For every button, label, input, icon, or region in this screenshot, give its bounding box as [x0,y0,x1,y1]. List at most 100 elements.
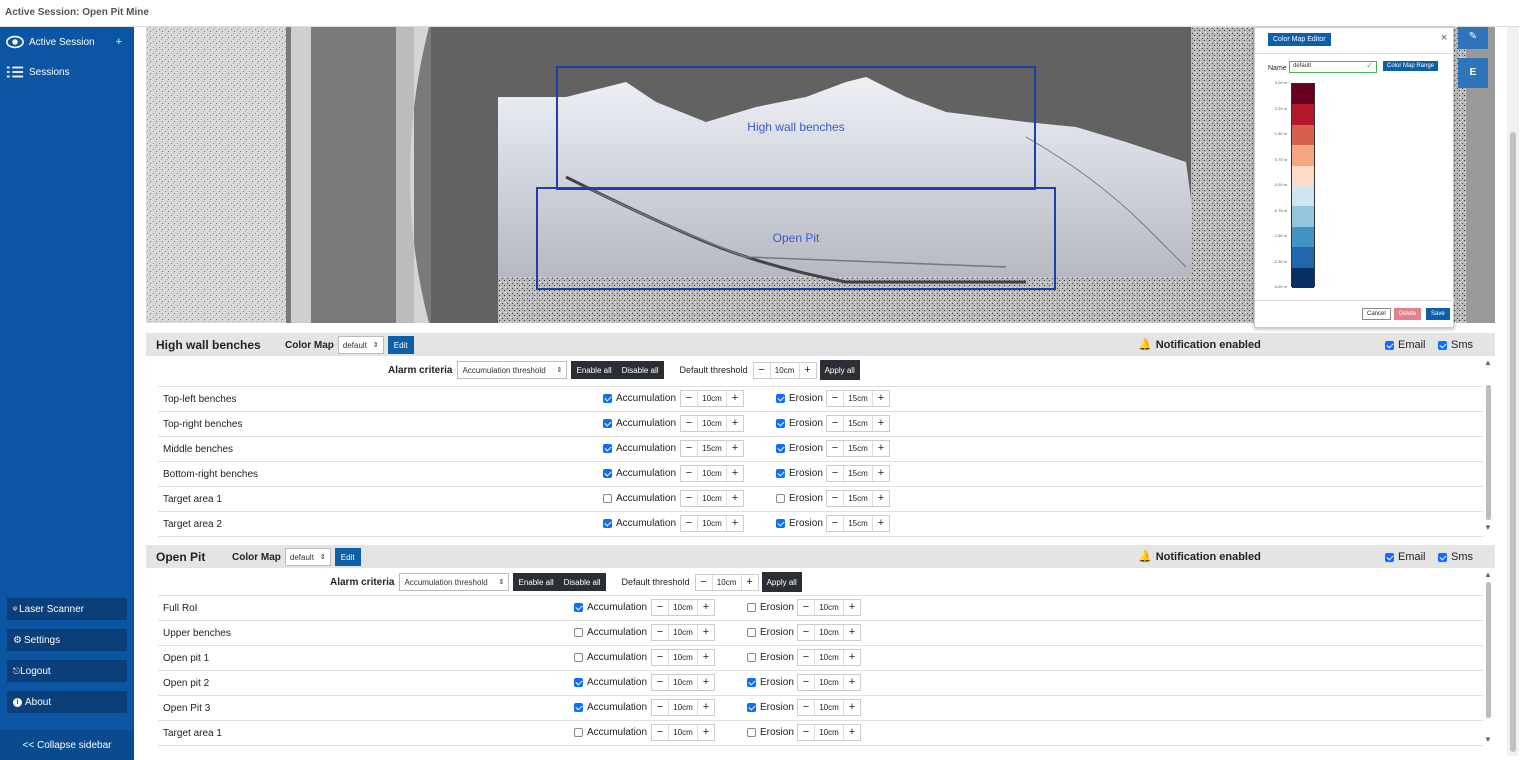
accumulation-toggle[interactable]: Accumulation [603,468,676,479]
erosion-checkbox[interactable] [747,628,756,637]
accumulation-checkbox[interactable] [603,394,612,403]
increment-button[interactable]: + [698,650,714,665]
accumulation-stepper[interactable]: −10cm + [680,390,744,407]
decrement-button[interactable]: − [827,416,843,431]
accumulation-stepper[interactable]: −10cm + [680,490,744,507]
decrement-button[interactable]: − [798,600,814,615]
decrement-button[interactable]: − [754,363,770,378]
email-check[interactable] [1385,340,1394,350]
increment-button[interactable]: + [698,600,714,615]
color-swatch[interactable] [1292,206,1314,227]
edit-color-map-button[interactable]: Edit [387,336,414,354]
scroll-up-icon[interactable]: ▲ [1484,358,1492,367]
default-threshold-stepper[interactable]: −10cm + [752,361,817,379]
erosion-value[interactable]: 15cm [843,441,873,456]
default-threshold-value[interactable]: 10cm [769,362,800,378]
increment-button[interactable]: + [844,675,860,690]
accumulation-stepper[interactable]: −15cm + [680,440,744,457]
sms-checkbox[interactable]: Sms [1438,339,1473,351]
decrement-button[interactable]: − [798,725,814,740]
decrement-button[interactable]: − [798,675,814,690]
accumulation-checkbox[interactable] [574,653,583,662]
color-swatch[interactable] [1292,145,1314,166]
accumulation-stepper[interactable]: −10cm + [651,674,715,691]
erosion-toggle[interactable]: Erosion [776,493,823,504]
erosion-value[interactable]: 15cm [843,516,873,531]
erosion-stepper[interactable]: −15cm + [826,390,890,407]
erosion-toggle[interactable]: Erosion [776,518,823,529]
increment-button[interactable]: + [873,516,889,531]
erosion-checkbox[interactable] [776,519,785,528]
apply-all-button[interactable]: Apply all [761,572,802,592]
collapse-sidebar-button[interactable]: << Collapse sidebar [0,730,134,760]
delete-button[interactable]: Delete [1394,308,1422,320]
disable-all-button[interactable]: Disable all [616,361,664,379]
accumulation-toggle[interactable]: Accumulation [603,518,676,529]
edit-color-map-button[interactable]: Edit [334,548,361,566]
erosion-checkbox[interactable] [776,469,785,478]
name-input[interactable]: default ✓ [1289,61,1377,73]
accumulation-stepper[interactable]: −10cm + [651,649,715,666]
erosion-stepper[interactable]: −15cm + [826,515,890,532]
accumulation-checkbox[interactable] [574,603,583,612]
accumulation-value[interactable]: 10cm [668,700,698,715]
increment-button[interactable]: + [873,441,889,456]
decrement-button[interactable]: − [827,516,843,531]
erosion-checkbox[interactable] [776,394,785,403]
accumulation-stepper[interactable]: −10cm + [680,415,744,432]
accumulation-toggle[interactable]: Accumulation [603,493,676,504]
accumulation-toggle[interactable]: Accumulation [603,393,676,404]
increment-button[interactable]: + [844,625,860,640]
color-swatch[interactable] [1292,84,1314,105]
erosion-toggle[interactable]: Erosion [747,602,794,613]
accumulation-toggle[interactable]: Accumulation [574,677,647,688]
accumulation-stepper[interactable]: −10cm + [651,724,715,741]
increment-button[interactable]: + [873,416,889,431]
erosion-value[interactable]: 10cm [814,625,844,640]
increment-button[interactable]: + [727,466,743,481]
color-swatch[interactable] [1292,267,1314,288]
panel-scrollbar-thumb[interactable] [1486,582,1491,718]
sms-checkbox[interactable]: Sms [1438,551,1473,563]
accumulation-stepper[interactable]: −10cm + [680,515,744,532]
email-check[interactable] [1385,552,1394,562]
erosion-stepper[interactable]: −10cm + [797,649,861,666]
about-button[interactable]: i About [7,691,127,713]
decrement-button[interactable]: − [827,391,843,406]
accumulation-stepper[interactable]: −10cm + [651,699,715,716]
default-threshold-value[interactable]: 10cm [711,574,742,590]
enable-all-button[interactable]: Enable all [571,361,617,379]
laser-scanner-button[interactable]: ᵠ Laser Scanner [7,598,127,620]
erosion-toggle[interactable]: Erosion [747,652,794,663]
erosion-stepper[interactable]: −10cm + [797,674,861,691]
logout-button[interactable]: ⎋ Logout [7,660,127,682]
page-scrollbar-thumb[interactable] [1510,132,1516,752]
color-swatch[interactable] [1292,104,1314,125]
erosion-checkbox[interactable] [776,419,785,428]
accumulation-checkbox[interactable] [574,678,583,687]
decrement-button[interactable]: − [652,725,668,740]
erosion-stepper[interactable]: −15cm + [826,490,890,507]
erosion-checkbox[interactable] [747,728,756,737]
erosion-stepper[interactable]: −10cm + [797,624,861,641]
color-swatch[interactable] [1292,165,1314,186]
accumulation-checkbox[interactable] [603,419,612,428]
accumulation-value[interactable]: 10cm [697,391,727,406]
erosion-value[interactable]: 15cm [843,391,873,406]
increment-button[interactable]: + [873,491,889,506]
erosion-value[interactable]: 10cm [814,650,844,665]
email-checkbox[interactable]: Email [1385,339,1426,351]
erosion-checkbox[interactable] [747,653,756,662]
increment-button[interactable]: + [873,391,889,406]
accumulation-value[interactable]: 10cm [668,675,698,690]
accumulation-stepper[interactable]: −10cm + [680,465,744,482]
decrement-button[interactable]: − [652,600,668,615]
accumulation-toggle[interactable]: Accumulation [574,602,647,613]
erosion-toggle[interactable]: Erosion [776,443,823,454]
alarm-criteria-select[interactable]: Accumulation threshold ⇕ [457,361,568,379]
decrement-button[interactable]: − [652,650,668,665]
erosion-stepper[interactable]: −10cm + [797,699,861,716]
erosion-checkbox[interactable] [776,444,785,453]
accumulation-checkbox[interactable] [574,703,583,712]
color-map-select[interactable]: default ⇕ [337,336,384,354]
